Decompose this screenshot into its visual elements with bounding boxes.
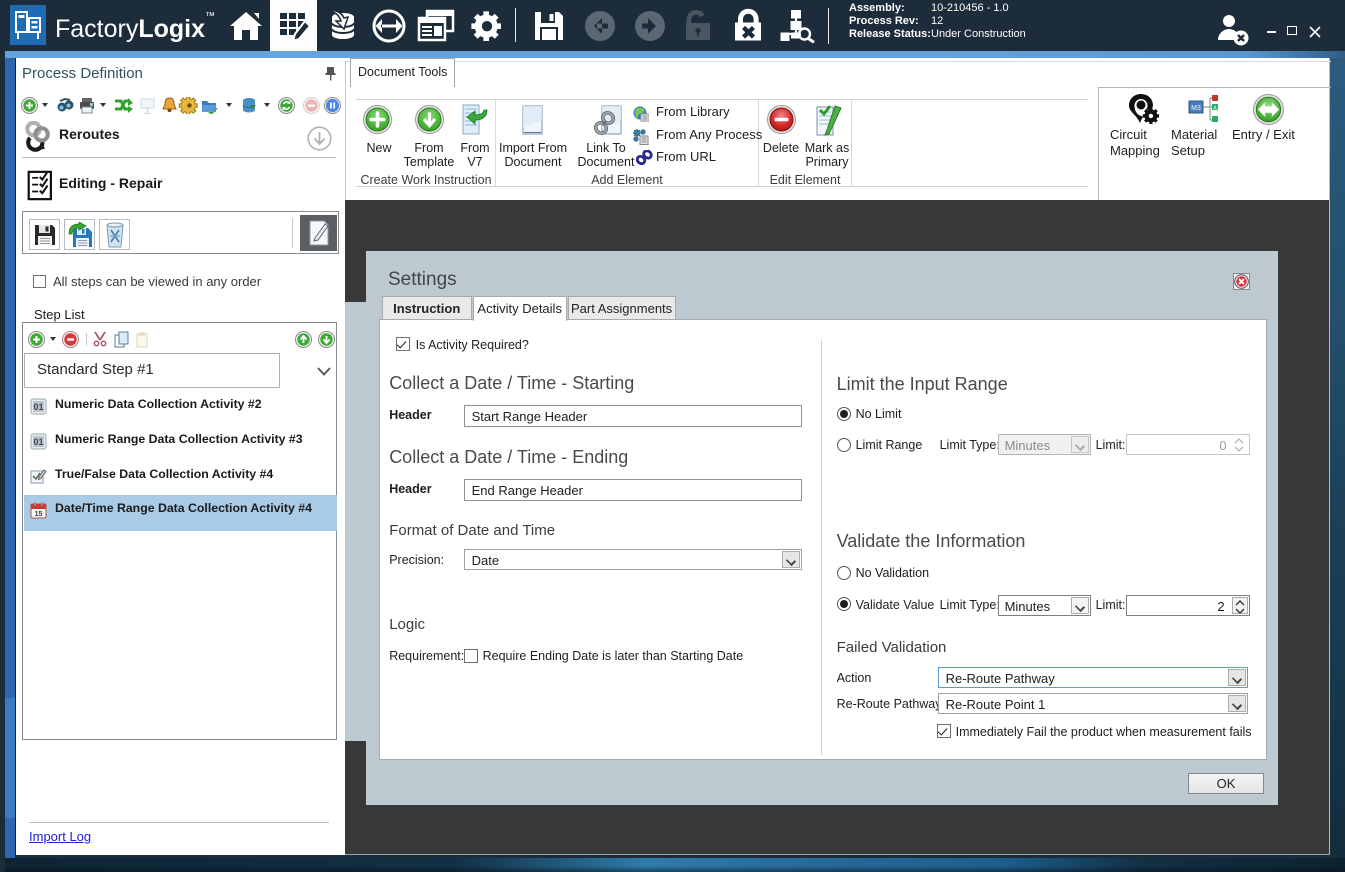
svg-text:01: 01 (33, 402, 43, 412)
svg-text:01: 01 (33, 437, 43, 447)
svg-text:15: 15 (35, 511, 43, 518)
svg-text:M3: M3 (1191, 105, 1201, 112)
